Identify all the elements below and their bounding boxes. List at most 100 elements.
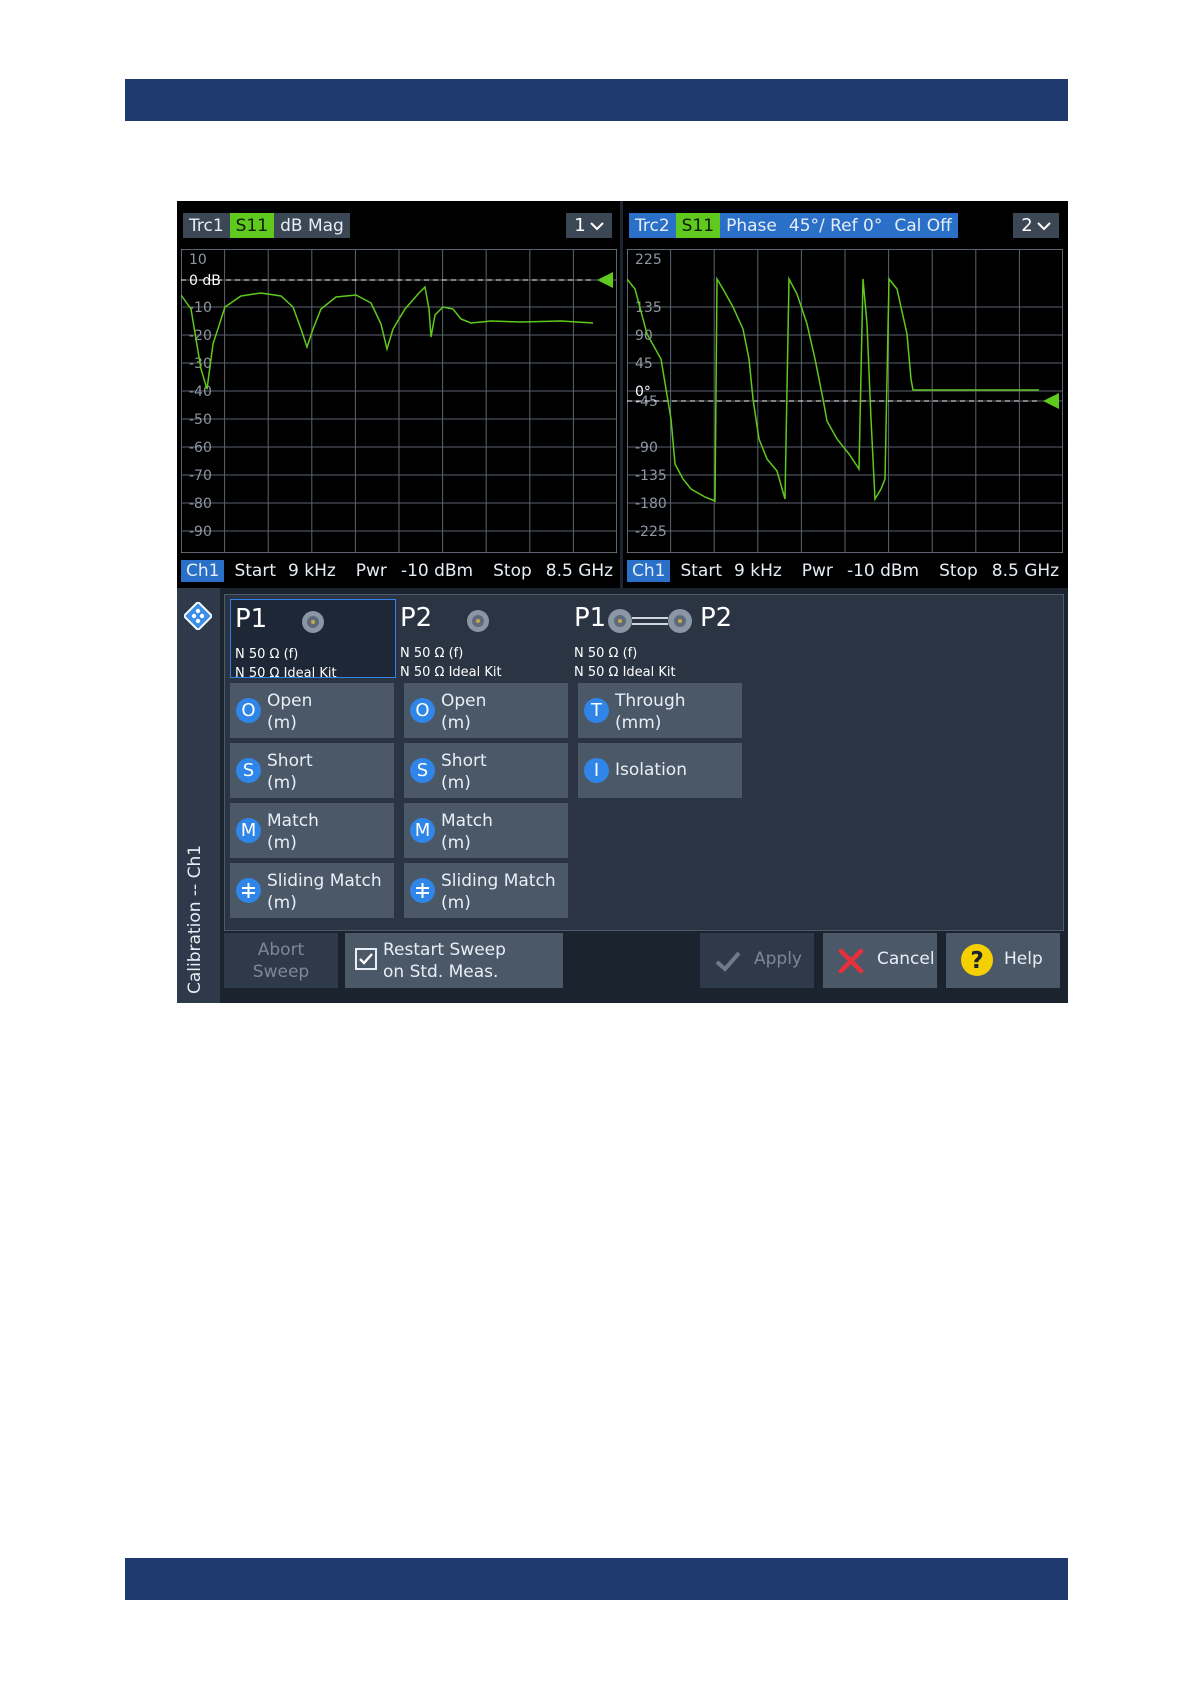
isolation-button[interactable]: I Isolation	[578, 743, 742, 798]
phase-plot[interactable]: 22513590450°-45-90-135-180-225	[627, 249, 1063, 553]
start-value[interactable]: 9 kHz	[734, 561, 782, 581]
short-icon: S	[410, 758, 435, 783]
p2-open-button[interactable]: O Open (m)	[404, 683, 568, 738]
port-1-kit: N 50 Ω Ideal Kit	[235, 666, 337, 681]
trace-info-bar-2[interactable]: Trc2 S11 Phase 45°/ Ref 0° Cal Off	[629, 213, 958, 238]
open-icon: O	[410, 698, 435, 723]
apply-button[interactable]: Apply	[700, 933, 814, 988]
standard-name: Sliding Match	[441, 871, 556, 891]
port-1-connector: N 50 Ω (f)	[235, 647, 299, 662]
port-pair-label-b: P2	[700, 603, 733, 633]
standard-name: Through	[615, 691, 686, 711]
trace-info-bar-1[interactable]: Trc1 S11 dB Mag	[183, 213, 350, 238]
restart-label-line2: on Std. Meas.	[383, 962, 499, 982]
y-tick-label: 0 dB	[189, 273, 221, 289]
match-icon: M	[410, 818, 435, 843]
p1-short-button[interactable]: S Short (m)	[230, 743, 394, 798]
stop-value[interactable]: 8.5 GHz	[992, 561, 1059, 581]
standard-name: Open	[267, 691, 313, 711]
y-tick-label: -40	[189, 384, 212, 400]
standard-gender: (m)	[267, 713, 297, 733]
cancel-label: Cancel	[877, 949, 935, 969]
through-button[interactable]: T Through (mm)	[578, 683, 742, 738]
standard-gender: (mm)	[615, 713, 662, 733]
trace-format[interactable]: Phase	[720, 213, 783, 238]
pwr-label: Pwr	[355, 560, 387, 581]
y-tick-label: -70	[189, 468, 212, 484]
diagram-number: 1	[574, 215, 586, 236]
svg-text:?: ?	[970, 948, 983, 974]
cal-state[interactable]: Cal Off	[888, 213, 958, 238]
channel-info-bar-1[interactable]: Ch1 Start 9 kHz Pwr -10 dBm Stop 8.5 GHz	[181, 558, 613, 583]
trace-name[interactable]: Trc1	[183, 213, 230, 238]
abort-label-line2: Sweep	[252, 962, 310, 982]
chevron-down-icon	[590, 221, 604, 230]
trace-scale[interactable]: 45°/ Ref 0°	[782, 213, 889, 238]
start-label: Start	[680, 560, 722, 581]
trace-name[interactable]: Trc2	[629, 213, 676, 238]
trace-parameter[interactable]: S11	[675, 213, 721, 238]
trace-format[interactable]: dB Mag	[274, 213, 350, 238]
y-tick-label: -90	[635, 440, 658, 456]
p1-open-button[interactable]: O Open (m)	[230, 683, 394, 738]
port-2-label: P2	[400, 603, 433, 633]
trace-parameter[interactable]: S11	[229, 213, 275, 238]
help-icon: ?	[961, 944, 993, 976]
start-value[interactable]: 9 kHz	[288, 561, 336, 581]
restart-sweep-checkbox[interactable]: Restart Sweep on Std. Meas.	[345, 933, 563, 988]
abort-sweep-button[interactable]: Abort Sweep	[224, 933, 338, 988]
start-label: Start	[234, 560, 276, 581]
standard-gender: (m)	[441, 713, 471, 733]
p2-sliding-match-button[interactable]: Sliding Match (m)	[404, 863, 568, 918]
apply-label: Apply	[754, 949, 802, 969]
cancel-button[interactable]: Cancel	[823, 933, 937, 988]
p1-match-button[interactable]: M Match (m)	[230, 803, 394, 858]
standards-area: P1 N 50 Ω (f) N 50 Ω Ideal Kit P2 N 50 Ω…	[224, 594, 1064, 931]
close-icon	[838, 948, 864, 974]
standard-gender: (m)	[267, 833, 297, 853]
standard-name: Sliding Match	[267, 871, 382, 891]
pwr-value[interactable]: -10 dBm	[401, 561, 473, 581]
check-icon	[715, 951, 741, 972]
y-tick-label: 45	[635, 356, 653, 372]
port-2-header[interactable]: P2 N 50 Ω (f) N 50 Ω Ideal Kit	[396, 599, 560, 680]
standard-name: Open	[441, 691, 487, 711]
calibration-dock: Calibration -- Ch1 P1 N 50 Ω (f) N 50 Ω …	[177, 588, 1068, 1003]
connector-icon	[467, 610, 489, 632]
port-1-header[interactable]: P1 N 50 Ω (f) N 50 Ω Ideal Kit	[230, 599, 396, 681]
p1-sliding-match-button[interactable]: Sliding Match (m)	[230, 863, 394, 918]
channel-label[interactable]: Ch1	[181, 559, 225, 582]
standard-gender: (m)	[267, 773, 297, 793]
magnitude-plot[interactable]: 100 dB-10-20-30-40-50-60-70-80-90	[181, 249, 617, 553]
diagram-number: 2	[1021, 215, 1033, 236]
diagram-selector-2[interactable]: 2	[1013, 213, 1059, 238]
channel-info-bar-2[interactable]: Ch1 Start 9 kHz Pwr -10 dBm Stop 8.5 GHz	[627, 558, 1059, 583]
standard-gender: (m)	[441, 773, 471, 793]
y-tick-label: -135	[635, 468, 667, 484]
p2-short-button[interactable]: S Short (m)	[404, 743, 568, 798]
port-pair-header[interactable]: P1 P2 N 50 Ω (f) N 50 Ω Ideal Kit	[570, 599, 750, 680]
standard-name: Isolation	[615, 760, 687, 780]
port-2-connector: N 50 Ω (f)	[400, 646, 464, 661]
y-tick-label: -60	[189, 440, 212, 456]
y-tick-label: -90	[189, 524, 212, 540]
channel-label[interactable]: Ch1	[627, 559, 671, 582]
y-tick-label: -45	[635, 394, 658, 410]
y-tick-label: 90	[635, 328, 653, 344]
stop-value[interactable]: 8.5 GHz	[546, 561, 613, 581]
y-tick-label: -50	[189, 412, 212, 428]
calibration-sidebar: Calibration -- Ch1	[177, 588, 220, 1003]
diagram-1: Trc1 S11 dB Mag 1 10 0 dB -10 -20 -30 -40 -50-…	[177, 201, 620, 588]
port-pair-kit: N 50 Ω Ideal Kit	[574, 665, 676, 680]
open-icon: O	[236, 698, 261, 723]
diagram-selector-1[interactable]: 1	[566, 213, 612, 238]
y-tick-label: -225	[635, 524, 667, 540]
p2-match-button[interactable]: M Match (m)	[404, 803, 568, 858]
abort-label-line1: Abort	[257, 940, 305, 960]
checkbox-checked-icon[interactable]	[355, 948, 377, 970]
pwr-value[interactable]: -10 dBm	[847, 561, 919, 581]
help-button[interactable]: ? Help	[946, 933, 1060, 988]
vna-screenshot: Trc1 S11 dB Mag 1 10 0 dB -10 -20 -30 -40 -50-…	[177, 201, 1068, 1003]
pwr-label: Pwr	[801, 560, 833, 581]
standard-name: Match	[267, 811, 319, 831]
